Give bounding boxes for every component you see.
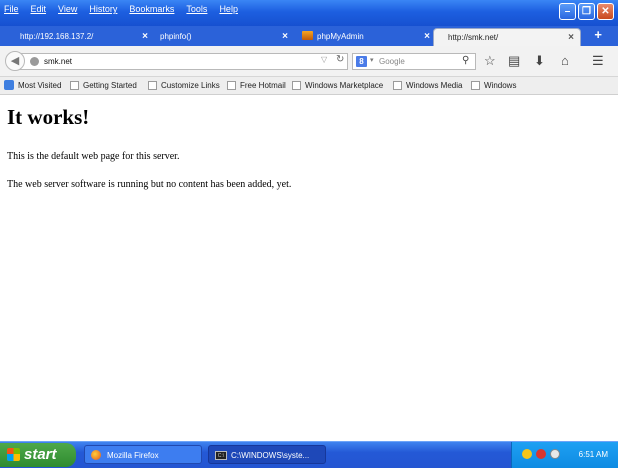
- clock: 6:51 AM: [578, 450, 608, 459]
- url-bar[interactable]: smk.net ▽ ↻: [18, 53, 348, 70]
- bookmark-windows-media[interactable]: Windows Media: [393, 79, 462, 92]
- navigation-toolbar: smk.net ▽ ↻ ◀ 8 ▾ Google ⚲ ☆ ▤ ⬇ ⌂ ☰: [0, 46, 618, 77]
- start-label: start: [24, 446, 57, 463]
- paragraph-default-page: This is the default web page for this se…: [7, 151, 180, 162]
- firefox-icon: [91, 450, 101, 460]
- search-engine-dropdown-icon[interactable]: ▾: [370, 56, 374, 64]
- bookmark-most-visited[interactable]: Most Visited: [4, 79, 61, 92]
- reading-list-icon[interactable]: ▤: [508, 54, 520, 68]
- maximize-button[interactable]: ❐: [578, 3, 595, 20]
- folder-icon: [292, 81, 301, 90]
- new-tab-button[interactable]: +: [594, 27, 602, 42]
- back-button[interactable]: ◀: [5, 51, 25, 71]
- page-heading: It works!: [7, 105, 90, 129]
- menu-edit[interactable]: Edit: [31, 4, 47, 14]
- taskbar-item-cmd[interactable]: C:\ C:\WINDOWS\syste...: [208, 445, 326, 464]
- tab-smk-net[interactable]: http://smk.net/ ×: [433, 28, 581, 46]
- start-button[interactable]: start: [0, 443, 76, 467]
- menu-history[interactable]: History: [89, 4, 117, 14]
- menu-icon[interactable]: ☰: [592, 54, 604, 68]
- reload-icon[interactable]: ↻: [336, 54, 344, 65]
- task-label: C:\WINDOWS\syste...: [231, 451, 310, 460]
- task-label: Mozilla Firefox: [107, 451, 159, 460]
- menu-tools[interactable]: Tools: [186, 4, 207, 14]
- url-dropdown-icon[interactable]: ▽: [321, 55, 327, 64]
- back-arrow-icon: ◀: [10, 55, 20, 67]
- folder-icon: [393, 81, 402, 90]
- security-shield-icon[interactable]: [522, 449, 532, 459]
- search-input[interactable]: Google: [379, 55, 405, 69]
- bookmark-label: Windows: [484, 81, 517, 90]
- bookmarks-toolbar: Most Visited Getting Started Customize L…: [0, 77, 618, 95]
- bookmark-customize-links[interactable]: Customize Links: [148, 79, 220, 92]
- close-window-button[interactable]: ✕: [597, 3, 614, 20]
- bookmark-getting-started[interactable]: Getting Started: [70, 79, 137, 92]
- download-icon[interactable]: ⬇: [534, 54, 545, 68]
- bookmark-windows-marketplace[interactable]: Windows Marketplace: [292, 79, 383, 92]
- window-controls: – ❐ ✕: [559, 3, 614, 20]
- command-prompt-icon: C:\: [215, 451, 227, 460]
- close-tab-icon[interactable]: ×: [568, 29, 574, 47]
- menu-view[interactable]: View: [58, 4, 77, 14]
- phpmyadmin-icon: [302, 31, 313, 40]
- tab-label: http://smk.net/: [448, 33, 499, 42]
- paragraph-server-status: The web server software is running but n…: [7, 179, 292, 190]
- search-icon[interactable]: ⚲: [462, 55, 469, 66]
- windows-logo-icon: [7, 448, 20, 461]
- bookmark-label: Free Hotmail: [240, 81, 286, 90]
- taskbar-item-firefox[interactable]: Mozilla Firefox: [84, 445, 202, 464]
- minimize-button[interactable]: –: [559, 3, 576, 20]
- tab-192-168-137-2[interactable]: http://192.168.137.2/ ×: [6, 28, 154, 46]
- url-text[interactable]: smk.net: [44, 55, 72, 69]
- window-titlebar: File Edit View History Bookmarks Tools H…: [0, 0, 618, 27]
- tab-label: phpMyAdmin: [317, 32, 364, 41]
- bookmark-label: Getting Started: [83, 81, 137, 90]
- most-visited-icon: [4, 80, 14, 90]
- bookmark-label: Customize Links: [161, 81, 220, 90]
- bookmark-label: Windows Marketplace: [305, 81, 384, 90]
- bookmark-label: Windows Media: [406, 81, 463, 90]
- folder-icon: [471, 81, 480, 90]
- tab-phpinfo[interactable]: phpinfo() ×: [146, 28, 294, 46]
- tab-label: http://192.168.137.2/: [20, 32, 94, 41]
- menu-help[interactable]: Help: [219, 4, 238, 14]
- search-engine-icon[interactable]: 8: [356, 56, 367, 67]
- bookmark-star-icon[interactable]: ☆: [484, 54, 496, 68]
- bookmark-label: Most Visited: [18, 81, 62, 90]
- menu-file[interactable]: File: [4, 4, 19, 14]
- tab-strip: http://192.168.137.2/ × phpinfo() × phpM…: [0, 26, 618, 46]
- tab-label: phpinfo(): [160, 32, 192, 41]
- network-alert-icon[interactable]: [536, 449, 546, 459]
- bookmark-windows[interactable]: Windows: [471, 79, 516, 92]
- bookmark-free-hotmail[interactable]: Free Hotmail: [227, 79, 286, 92]
- tab-phpmyadmin[interactable]: phpMyAdmin ×: [288, 28, 436, 46]
- taskbar: start Mozilla Firefox C:\ C:\WINDOWS\sys…: [0, 441, 618, 468]
- search-bar[interactable]: 8 ▾ Google ⚲: [352, 53, 476, 70]
- menu-bar: File Edit View History Bookmarks Tools H…: [4, 4, 238, 14]
- page-content: It works! This is the default web page f…: [0, 95, 618, 440]
- close-tab-icon[interactable]: ×: [424, 28, 430, 46]
- volume-icon[interactable]: [550, 449, 560, 459]
- folder-icon: [227, 81, 236, 90]
- menu-bookmarks[interactable]: Bookmarks: [129, 4, 174, 14]
- home-icon[interactable]: ⌂: [561, 54, 569, 68]
- folder-icon: [148, 81, 157, 90]
- globe-icon: [30, 57, 39, 66]
- folder-icon: [70, 81, 79, 90]
- system-tray: 6:51 AM: [511, 442, 618, 468]
